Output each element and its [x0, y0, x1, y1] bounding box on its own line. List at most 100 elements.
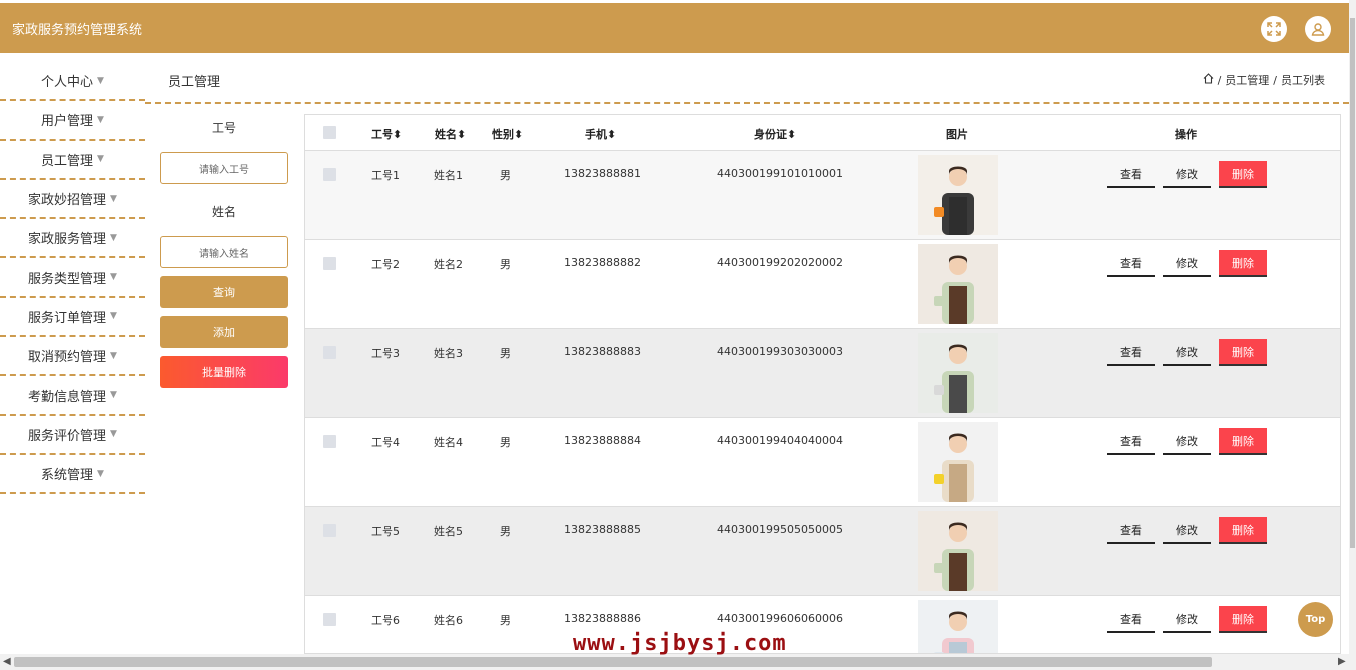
- edit-button[interactable]: 修改: [1163, 250, 1211, 277]
- employee-photo: [918, 244, 998, 324]
- edit-button[interactable]: 修改: [1163, 517, 1211, 544]
- cell-name: 姓名1: [434, 169, 463, 182]
- sidebar-item[interactable]: 服务订单管理 ▼: [0, 298, 145, 338]
- sidebar-item[interactable]: 家政服务管理 ▼: [0, 219, 145, 259]
- cell-idcard: 440300199404040004: [717, 434, 843, 447]
- chevron-down-icon: ▼: [110, 193, 117, 204]
- view-button[interactable]: 查看: [1107, 606, 1155, 633]
- delete-button[interactable]: 删除: [1219, 250, 1267, 277]
- chevron-down-icon: ▼: [97, 468, 104, 479]
- sidebar-item[interactable]: 服务评价管理 ▼: [0, 416, 145, 455]
- cell-idcard: 440300199606060006: [717, 612, 843, 625]
- table-row: 工号4 姓名4 男 13823888884 440300199404040004 查看 修改…: [305, 418, 1340, 507]
- delete-button[interactable]: 删除: [1219, 161, 1267, 188]
- sidebar-item[interactable]: 用户管理 ▼: [0, 101, 145, 141]
- employee-photo: [918, 600, 998, 653]
- chevron-down-icon: ▼: [110, 272, 117, 283]
- scroll-right-icon[interactable]: ▶: [1338, 656, 1346, 667]
- cell-name: 姓名3: [434, 347, 463, 360]
- view-button[interactable]: 查看: [1107, 161, 1155, 188]
- sidebar-item-label: 服务评价管理: [28, 428, 107, 444]
- name-input[interactable]: 请输入姓名: [160, 236, 288, 268]
- header-name[interactable]: 姓名⬍: [435, 126, 466, 142]
- chevron-down-icon: ▼: [110, 311, 117, 322]
- table-row: 工号2 姓名2 男 13823888882 440300199202020002 查看 修改…: [305, 240, 1340, 329]
- sidebar-item-label: 取消预约管理: [28, 350, 107, 366]
- id-input[interactable]: 请输入工号: [160, 152, 288, 184]
- sidebar-item-label: 员工管理: [41, 153, 94, 169]
- table-header: 工号⬍ 姓名⬍ 性别⬍ 手机⬍ 身份证⬍ 图片 操作: [305, 115, 1340, 151]
- cell-name: 姓名5: [434, 525, 463, 538]
- sidebar-item-label: 家政服务管理: [28, 232, 107, 248]
- delete-button[interactable]: 删除: [1219, 606, 1267, 633]
- id-label: 工号: [211, 121, 236, 135]
- back-to-top-button[interactable]: Top: [1298, 602, 1333, 637]
- view-button[interactable]: 查看: [1107, 250, 1155, 277]
- row-checkbox[interactable]: [323, 524, 336, 537]
- row-checkbox[interactable]: [323, 346, 336, 359]
- sidebar-item[interactable]: 服务类型管理 ▼: [0, 258, 145, 298]
- user-icon[interactable]: [1305, 16, 1331, 42]
- chevron-down-icon: ▼: [110, 390, 117, 401]
- row-checkbox[interactable]: [323, 613, 336, 626]
- cell-id: 工号3: [371, 347, 400, 360]
- top-bar: 家政服务预约管理系统: [0, 3, 1349, 53]
- delete-button[interactable]: 删除: [1219, 517, 1267, 544]
- cell-gender: 男: [500, 169, 511, 182]
- sidebar-item-label: 用户管理: [41, 114, 94, 130]
- delete-button[interactable]: 删除: [1219, 428, 1267, 455]
- row-checkbox[interactable]: [323, 168, 336, 181]
- cell-id: 工号6: [371, 614, 400, 627]
- sidebar: 个人中心 ▼ 用户管理 ▼ 员工管理 ▼ 家政妙招管理 ▼ 家政服务管理 ▼ 服务类型管理 ▼ 服务订单…: [0, 62, 145, 495]
- cell-idcard: 440300199101010001: [717, 167, 843, 180]
- edit-button[interactable]: 修改: [1163, 161, 1211, 188]
- scroll-left-icon[interactable]: ◀: [3, 656, 11, 667]
- cell-phone: 13823888885: [564, 523, 641, 536]
- name-label: 姓名: [211, 205, 236, 219]
- cell-id: 工号1: [371, 169, 400, 182]
- breadcrumb-item[interactable]: 员工管理: [1225, 72, 1269, 88]
- header-id[interactable]: 工号⬍: [371, 126, 402, 142]
- edit-button[interactable]: 修改: [1163, 428, 1211, 455]
- cell-id: 工号4: [371, 436, 400, 449]
- cell-phone: 13823888882: [564, 256, 641, 269]
- view-button[interactable]: 查看: [1107, 517, 1155, 544]
- row-checkbox[interactable]: [323, 257, 336, 270]
- header-gender[interactable]: 性别⬍: [492, 126, 523, 142]
- delete-button[interactable]: 删除: [1219, 339, 1267, 366]
- sidebar-item[interactable]: 考勤信息管理 ▼: [0, 376, 145, 416]
- employee-photo: [918, 155, 998, 235]
- sidebar-item[interactable]: 取消预约管理 ▼: [0, 337, 145, 377]
- batch-delete-button[interactable]: 批量删除: [160, 356, 288, 388]
- home-icon[interactable]: [1203, 73, 1214, 87]
- employee-photo: [918, 333, 998, 413]
- cell-phone: 13823888886: [564, 612, 641, 625]
- cell-gender: 男: [500, 436, 511, 449]
- employee-photo: [918, 511, 998, 591]
- chevron-down-icon: ▼: [110, 350, 117, 361]
- select-all-checkbox[interactable]: [323, 126, 336, 139]
- edit-button[interactable]: 修改: [1163, 606, 1211, 633]
- row-checkbox[interactable]: [323, 435, 336, 448]
- fullscreen-icon[interactable]: [1261, 16, 1287, 42]
- header-phone[interactable]: 手机⬍: [585, 126, 616, 142]
- horizontal-scrollbar[interactable]: ◀ ▶: [0, 654, 1356, 670]
- chevron-down-icon: ▼: [97, 75, 104, 86]
- sidebar-item[interactable]: 个人中心 ▼: [0, 62, 145, 102]
- view-button[interactable]: 查看: [1107, 339, 1155, 366]
- add-button[interactable]: 添加: [160, 316, 288, 348]
- watermark: www.jsjbysj.com: [573, 631, 787, 656]
- page-header: 员工管理 / 员工管理 / 员工列表: [145, 62, 1349, 104]
- view-button[interactable]: 查看: [1107, 428, 1155, 455]
- sidebar-item-label: 服务类型管理: [28, 271, 107, 287]
- vertical-scrollbar[interactable]: [1349, 0, 1356, 655]
- sidebar-item-label: 家政妙招管理: [28, 193, 107, 209]
- header-idcard[interactable]: 身份证⬍: [754, 126, 796, 142]
- table-row: 工号6 姓名6 男 13823888886 440300199606060006 查看 修改…: [305, 596, 1340, 653]
- sidebar-item[interactable]: 员工管理 ▼: [0, 141, 145, 180]
- edit-button[interactable]: 修改: [1163, 339, 1211, 366]
- sidebar-item[interactable]: 家政妙招管理 ▼: [0, 180, 145, 220]
- query-button[interactable]: 查询: [160, 276, 288, 308]
- breadcrumb: / 员工管理 / 员工列表: [1203, 72, 1325, 88]
- sidebar-item[interactable]: 系统管理 ▼: [0, 455, 145, 495]
